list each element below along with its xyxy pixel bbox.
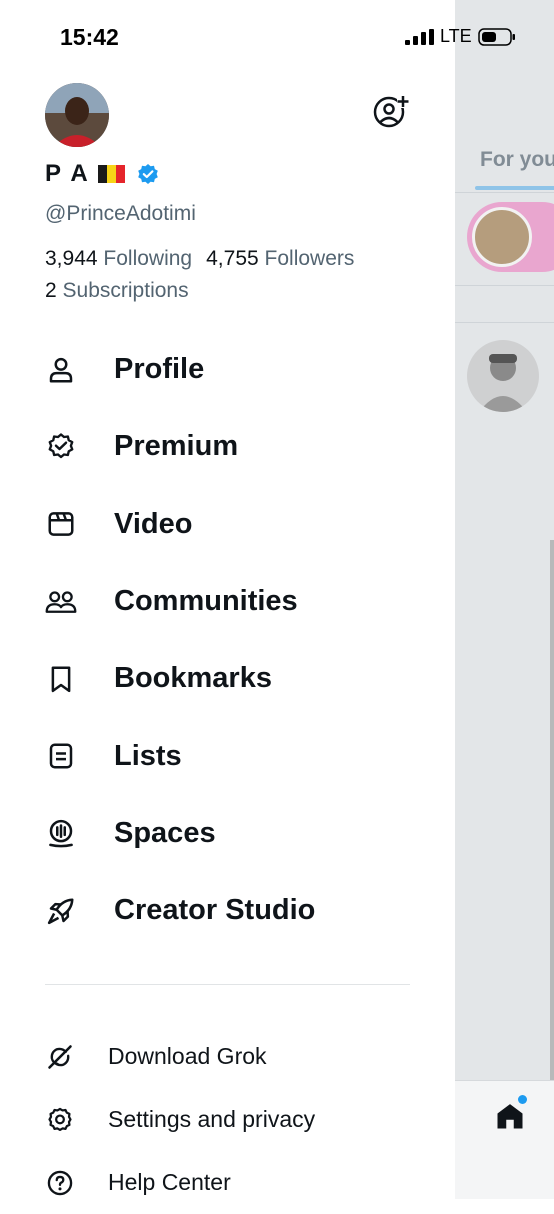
menu-item-label: Help Center	[108, 1169, 231, 1195]
status-time: 15:42	[60, 24, 119, 50]
followers-label: Followers	[264, 247, 355, 270]
menu-item-creator-studio[interactable]: Creator Studio	[0, 872, 455, 949]
add-account-icon[interactable]	[372, 93, 410, 131]
video-icon	[48, 512, 74, 537]
lists-icon	[49, 743, 73, 769]
following-label: Following	[103, 247, 193, 270]
notification-dot	[518, 1095, 527, 1104]
avatar[interactable]	[45, 83, 109, 147]
menu-item-premium[interactable]: Premium	[0, 408, 455, 485]
home-feed[interactable]: For you	[455, 0, 554, 1199]
menu-item-label: Communities	[114, 585, 298, 618]
menu-item-settings[interactable]: Settings and privacy	[0, 1088, 455, 1151]
tab-for-you[interactable]: For you	[480, 148, 554, 172]
menu-item-label: Spaces	[114, 816, 216, 849]
status-bar: 15:42 LTE	[0, 0, 554, 70]
subscriptions-label: Subscriptions	[62, 279, 189, 302]
menu-item-help-center[interactable]: Help Center	[0, 1151, 455, 1214]
menu-item-label: Video	[114, 507, 193, 540]
rocket-icon	[47, 898, 74, 924]
bookmark-icon	[51, 666, 71, 692]
story-avatar[interactable]	[472, 207, 532, 267]
signal-icon	[405, 29, 434, 45]
bottom-tab-bar	[455, 1080, 554, 1199]
following-count: 3,944	[45, 247, 98, 270]
menu-item-video[interactable]: Video	[0, 486, 455, 563]
divider	[455, 192, 554, 193]
spaces-icon	[49, 820, 73, 848]
side-drawer: P A @PrinceAdotimi 3,944 Following 4,755 …	[0, 0, 455, 1199]
menu-item-lists[interactable]: Lists	[0, 717, 455, 794]
subscriptions-link[interactable]: 2 Subscriptions	[45, 279, 189, 303]
network-label: LTE	[440, 26, 472, 46]
handle: @PrinceAdotimi	[45, 202, 196, 225]
battery-icon	[478, 28, 515, 46]
avatar-image	[45, 83, 109, 147]
menu-item-communities[interactable]: Communities	[0, 563, 455, 640]
home-icon[interactable]	[495, 1101, 525, 1131]
post-media[interactable]	[550, 540, 554, 1080]
menu-item-label: Bookmarks	[114, 662, 272, 695]
subscriptions-count: 2	[45, 279, 57, 302]
menu-item-label: Settings and privacy	[108, 1106, 316, 1132]
menu-item-bookmarks[interactable]: Bookmarks	[0, 640, 455, 717]
menu-item-download-grok[interactable]: Download Grok	[0, 1025, 455, 1088]
follow-stats: 3,944 Following 4,755 Followers	[45, 247, 354, 271]
menu-item-label: Creator Studio	[114, 894, 316, 927]
flag-icon	[97, 165, 125, 183]
menu-item-label: Download Grok	[108, 1043, 267, 1069]
avatar-image	[479, 354, 527, 412]
menu-item-label: Profile	[114, 353, 205, 386]
secondary-menu: Download Grok Settings and privacy Help …	[0, 1025, 455, 1214]
menu-item-spaces[interactable]: Spaces	[0, 795, 455, 872]
verified-badge-icon[interactable]	[137, 163, 159, 185]
person-icon	[49, 357, 73, 383]
gear-icon	[48, 1107, 72, 1131]
divider	[455, 322, 554, 323]
menu-divider	[45, 984, 410, 985]
followers-count: 4,755	[206, 247, 259, 270]
premium-badge-icon	[48, 433, 74, 459]
main-menu: Profile Premium Video Communities Bookma…	[0, 331, 455, 949]
display-name[interactable]: P A	[45, 160, 159, 188]
help-icon	[47, 1170, 73, 1195]
menu-item-profile[interactable]: Profile	[0, 331, 455, 408]
menu-item-label: Premium	[114, 430, 239, 463]
menu-item-label: Lists	[114, 739, 182, 772]
grok-icon	[48, 1044, 72, 1069]
following-link[interactable]: 3,944 Following	[45, 247, 192, 270]
communities-icon	[45, 590, 77, 613]
tab-indicator	[475, 186, 554, 190]
display-name-text: P A	[45, 160, 90, 187]
divider	[455, 285, 554, 286]
followers-link[interactable]: 4,755 Followers	[206, 247, 354, 270]
post-author-avatar[interactable]	[467, 340, 539, 412]
